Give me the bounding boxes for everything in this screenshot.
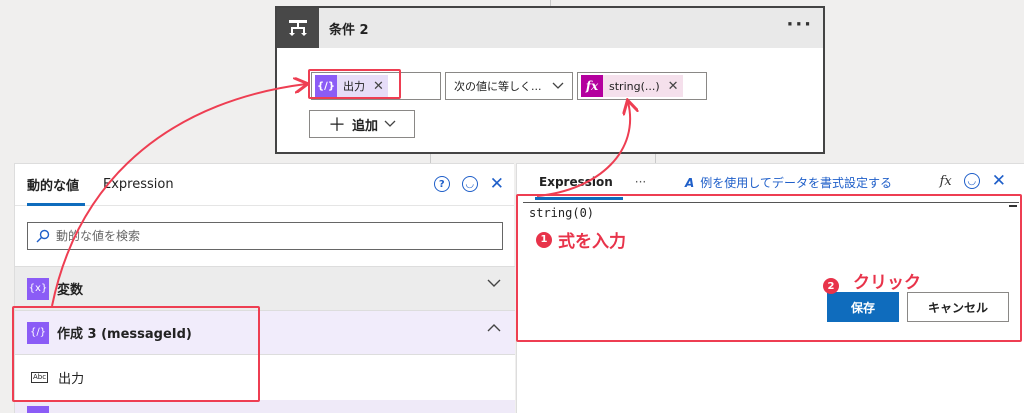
expression-actions: fx ◡ ✕: [940, 173, 1006, 190]
right-token[interactable]: fx string(...) ✕: [581, 75, 683, 97]
highlight-left-token: [308, 69, 401, 99]
variable-icon: {x}: [27, 277, 49, 300]
chevron-down-icon: [384, 120, 396, 127]
right-operand-field[interactable]: fx string(...) ✕: [577, 72, 707, 100]
help-icon[interactable]: ?: [433, 176, 450, 192]
chevron-up-icon: [487, 324, 501, 332]
condition-icon: [277, 8, 319, 48]
smiley-icon[interactable]: ◡: [963, 173, 980, 189]
more-options-icon[interactable]: ···: [786, 14, 813, 35]
step-number: 1: [536, 231, 552, 248]
search-input[interactable]: [56, 229, 476, 243]
add-button-label: 追加: [351, 118, 378, 134]
search-box[interactable]: [27, 222, 503, 250]
section-label: 変数: [57, 283, 84, 298]
highlight-expression-area: [516, 194, 1022, 342]
highlight-compose-output: [12, 306, 260, 402]
add-button[interactable]: ＋ 追加: [309, 110, 415, 138]
plus-icon: ＋: [327, 115, 346, 136]
step-2-annotation: 2 クリック: [823, 266, 921, 294]
panel-actions: ? ◡ ✕: [433, 176, 504, 193]
smiley-icon[interactable]: ◡: [461, 176, 478, 192]
condition-header[interactable]: 条件 2 ···: [277, 8, 823, 48]
fx-icon[interactable]: fx: [940, 174, 952, 189]
section-variables[interactable]: {x} 変数: [15, 266, 515, 310]
operator-label: 次の値に等しく...: [454, 80, 542, 93]
close-icon[interactable]: ✕: [490, 176, 504, 193]
close-icon[interactable]: ✕: [992, 173, 1006, 190]
fx-icon: fx: [581, 75, 603, 97]
search-icon: [36, 229, 50, 243]
chevron-down-icon: [487, 279, 501, 287]
tab-dynamic-values[interactable]: 動的な値: [15, 164, 91, 206]
format-example-link[interactable]: A 例を使用してデータを書式設定する: [685, 174, 892, 191]
operator-select[interactable]: 次の値に等しく...: [445, 72, 573, 100]
tab-expression[interactable]: Expression: [91, 164, 186, 206]
step-text: クリック: [853, 272, 921, 293]
dynamic-tabs: 動的な値 Expression ? ◡ ✕: [15, 164, 514, 206]
remove-token-icon[interactable]: ✕: [668, 79, 679, 94]
step-number: 2: [823, 278, 839, 294]
step-1-annotation: 1 式を入力: [536, 227, 626, 252]
chevron-down-icon: [552, 82, 564, 89]
right-token-label: string(...): [609, 79, 660, 93]
condition-title: 条件 2: [329, 22, 369, 38]
step-text: 式を入力: [558, 232, 626, 252]
more-tabs-icon[interactable]: ···: [635, 175, 646, 189]
format-example-label: 例を使用してデータを書式設定する: [700, 176, 892, 190]
format-icon: A: [685, 175, 695, 190]
